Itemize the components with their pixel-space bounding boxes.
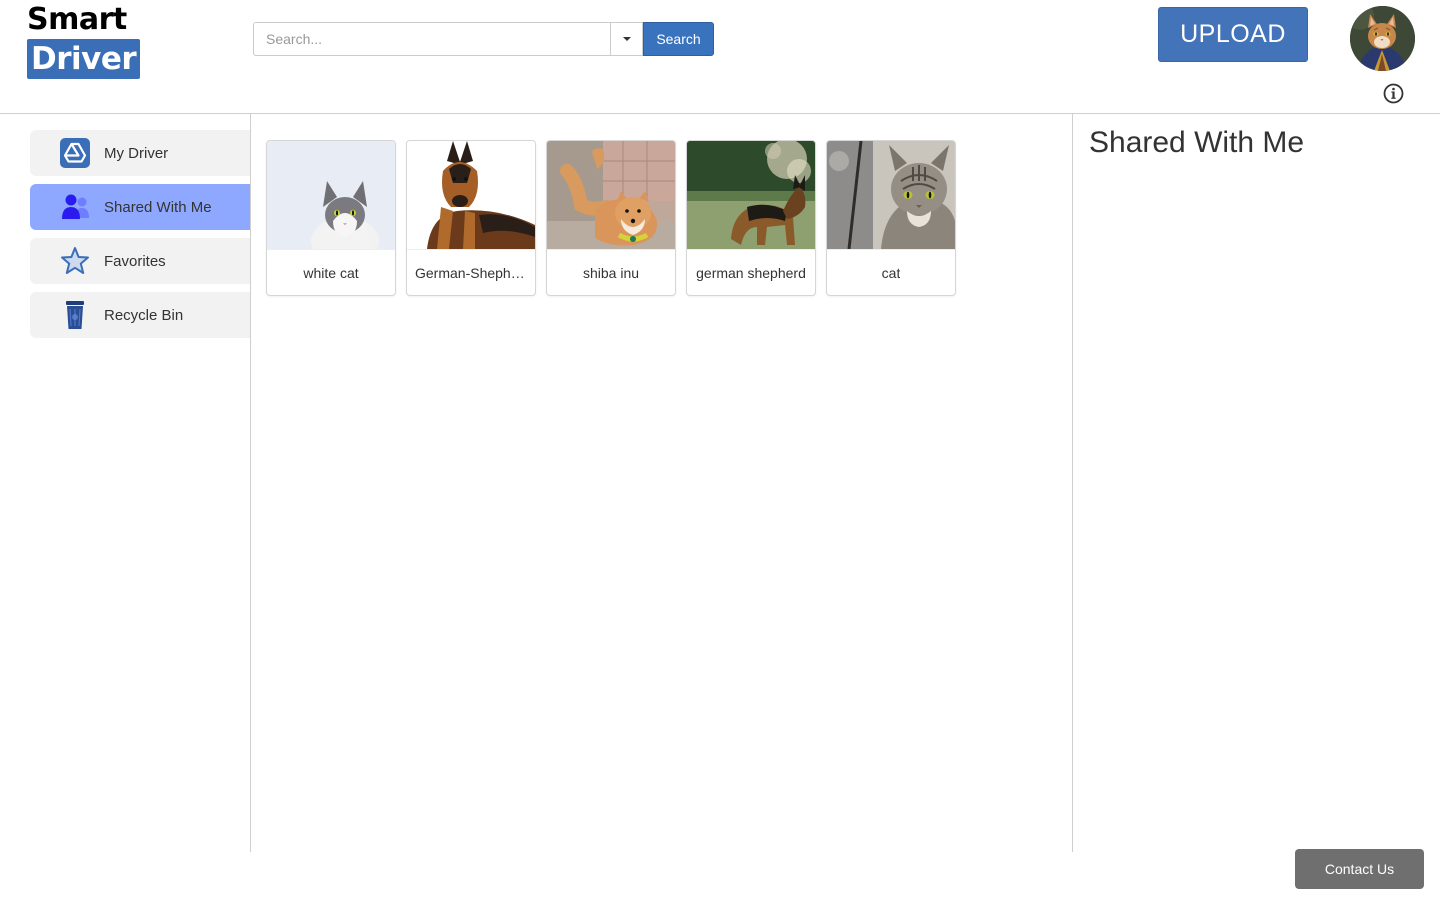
cat-portrait-avatar-icon xyxy=(1350,6,1415,71)
search-button[interactable]: Search xyxy=(643,22,714,56)
sidebar-item-favorites[interactable]: Favorites xyxy=(30,238,250,284)
header-bar: Smart Driver Search UPLOAD xyxy=(0,0,1440,114)
detail-title: Shared With Me xyxy=(1089,126,1305,159)
file-name: german shepherd xyxy=(696,264,806,281)
user-avatar[interactable] xyxy=(1350,6,1415,71)
file-card[interactable]: white cat xyxy=(266,140,396,296)
trash-bin-icon xyxy=(59,299,91,331)
star-icon xyxy=(59,245,91,277)
file-thumbnail xyxy=(407,141,535,249)
file-thumbnail xyxy=(827,141,955,249)
file-card[interactable]: German-Shepherd xyxy=(406,140,536,296)
sidebar-item-label: My Driver xyxy=(104,144,169,162)
search-input[interactable] xyxy=(253,22,610,56)
file-name: cat xyxy=(881,264,901,281)
detail-panel: Shared With Me xyxy=(1072,114,1440,852)
file-thumbnail xyxy=(267,141,395,249)
shared-users-icon xyxy=(59,191,91,223)
sidebar-item-label: Shared With Me xyxy=(104,198,212,216)
logo-text-smart: Smart xyxy=(27,2,127,37)
sidebar-item-my-driver[interactable]: My Driver xyxy=(30,130,250,176)
sidebar-item-label: Recycle Bin xyxy=(104,306,184,324)
file-card[interactable]: shiba inu xyxy=(546,140,676,296)
file-thumbnail xyxy=(547,141,675,249)
search-bar: Search xyxy=(253,22,714,56)
info-circle-icon[interactable] xyxy=(1383,83,1404,104)
caret-down-icon xyxy=(622,37,631,41)
drive-icon xyxy=(59,137,91,169)
upload-button[interactable]: UPLOAD xyxy=(1158,7,1308,62)
app-logo[interactable]: Smart Driver xyxy=(27,2,141,79)
logo-text-driver: Driver xyxy=(27,39,141,79)
search-filter-dropdown[interactable] xyxy=(610,22,643,56)
file-thumbnail xyxy=(687,141,815,249)
file-grid: white cat German-Shepherd shiba inu germ… xyxy=(251,114,1072,852)
sidebar-item-recycle-bin[interactable]: Recycle Bin xyxy=(30,292,250,338)
file-card[interactable]: cat xyxy=(826,140,956,296)
sidebar-item-shared-with-me[interactable]: Shared With Me xyxy=(30,184,250,230)
contact-us-button[interactable]: Contact Us xyxy=(1295,849,1424,889)
file-name: German-Shepherd xyxy=(415,264,527,281)
file-name: shiba inu xyxy=(582,264,640,281)
sidebar-item-label: Favorites xyxy=(104,252,166,270)
file-card[interactable]: german shepherd xyxy=(686,140,816,296)
file-name: white cat xyxy=(303,264,359,281)
sidebar-nav: My Driver Shared With Me Favorites Recyc… xyxy=(0,114,251,852)
